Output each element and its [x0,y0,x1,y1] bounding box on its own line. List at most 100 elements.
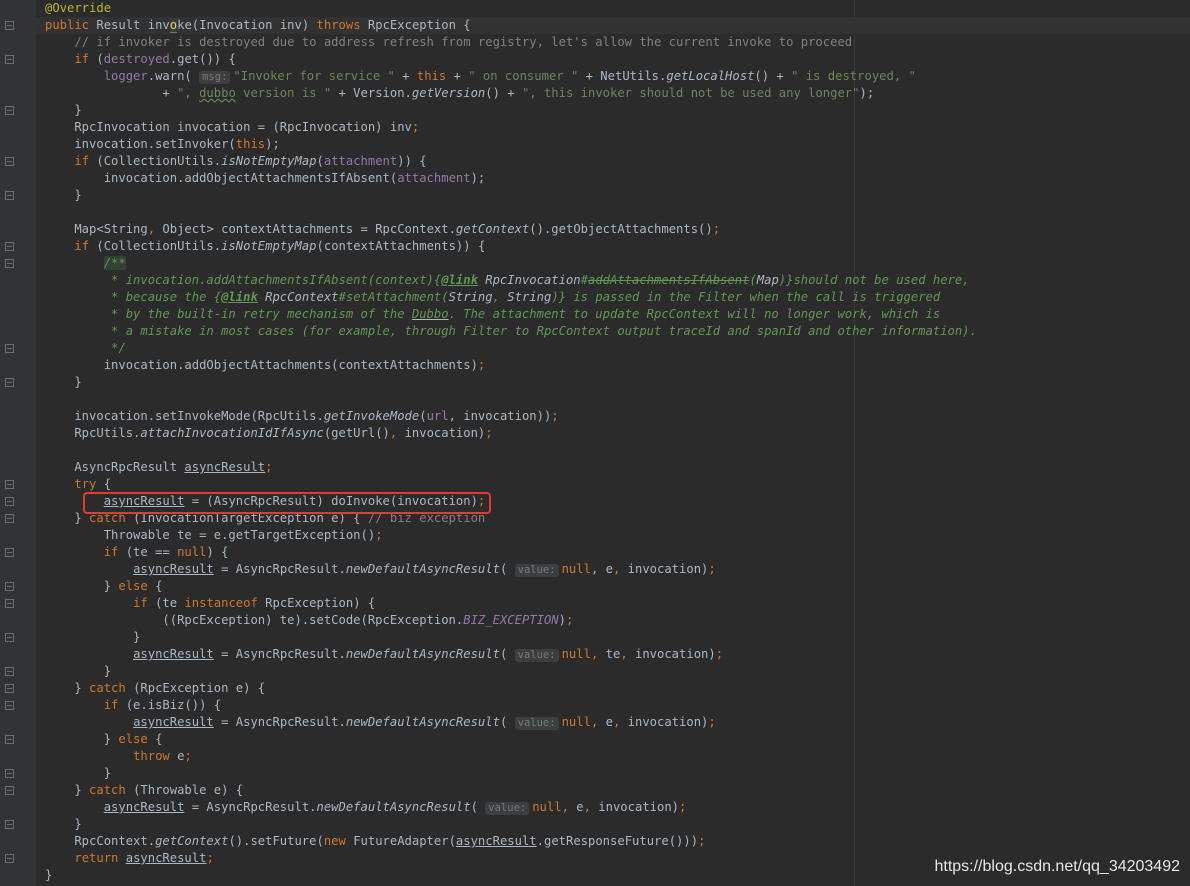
code-line[interactable]: * a mistake in most cases (for example, … [45,323,977,340]
fold-marker-icon[interactable] [5,854,14,863]
code-line[interactable]: public Result invoke(Invocation inv) thr… [36,17,1190,34]
code-line[interactable]: asyncResult = AsyncRpcResult.newDefaultA… [45,561,716,578]
code-token: null [561,562,591,576]
code-line[interactable]: throw e; [45,748,192,765]
code-line[interactable]: Throwable te = e.getTargetException(); [45,527,383,544]
fold-marker-icon[interactable] [5,191,14,200]
code-line[interactable]: @Override [45,0,111,17]
code-token: throws [316,18,368,32]
fold-marker-icon[interactable] [5,344,14,353]
fold-marker-icon[interactable] [5,548,14,557]
code-line[interactable]: } [45,374,81,391]
fold-marker-icon[interactable] [5,786,14,795]
code-line[interactable]: if (CollectionUtils.isNotEmptyMap(contex… [45,238,485,255]
code-line[interactable]: } [45,187,81,204]
code-line[interactable]: } else { [45,578,163,595]
code-line[interactable]: */ [45,340,126,357]
code-token: * invocation.addAttachmentsIfAbsent(cont… [45,273,434,287]
fold-marker-icon[interactable] [5,497,14,506]
fold-marker-icon[interactable] [5,667,14,676]
code-line[interactable]: if (CollectionUtils.isNotEmptyMap(attach… [45,153,426,170]
fold-marker-icon[interactable] [5,157,14,166]
code-line[interactable]: asyncResult = AsyncRpcResult.newDefaultA… [45,799,686,816]
code-token: if [103,545,126,559]
code-line[interactable]: asyncResult = AsyncRpcResult.newDefaultA… [45,714,716,731]
code-token: if [103,698,126,712]
code-line[interactable]: // if invoker is destroyed due to addres… [45,34,852,51]
code-line[interactable]: RpcContext.getContext().setFuture(new Fu… [45,833,705,850]
code-token: , [492,290,508,304]
code-line[interactable]: RpcInvocation invocation = (RpcInvocatio… [45,119,419,136]
code-token: } [45,664,112,678]
code-line[interactable]: if (e.isBiz()) { [45,697,221,714]
code-token: throw [133,749,178,763]
fold-marker-icon[interactable] [5,514,14,523]
code-line[interactable]: invocation.setInvoker(this); [45,136,279,153]
code-line[interactable]: RpcUtils.attachInvocationIdIfAsync(getUr… [45,425,492,442]
code-token: RpcException { [367,18,471,32]
code-token: newDefaultAsyncResult [316,800,471,814]
code-line[interactable]: } [45,816,81,833]
fold-marker-icon[interactable] [5,106,14,115]
fold-marker-icon[interactable] [5,599,14,608]
code-token: .get()) { [169,52,236,66]
code-token: version is " [235,86,332,100]
fold-marker-icon[interactable] [5,21,14,30]
fold-marker-icon[interactable] [5,735,14,744]
fold-marker-icon[interactable] [5,820,14,829]
code-token: , invocation)) [448,409,552,423]
fold-marker-icon[interactable] [5,480,14,489]
code-token: } [45,579,119,593]
code-token: e [605,715,613,729]
code-line[interactable]: /** [45,255,126,272]
fold-marker-icon[interactable] [5,633,14,642]
code-line[interactable]: logger.warn( msg: "Invoker for service " … [45,68,916,85]
code-line[interactable]: if (te == null) { [45,544,229,561]
code-line[interactable]: if (te instanceof RpcException) { [45,595,375,612]
code-line[interactable]: } [45,663,111,680]
code-token: invocation) [404,426,486,440]
code-line[interactable]: } [45,765,111,782]
fold-marker-icon[interactable] [5,55,14,64]
code-token: + [446,69,469,83]
fold-marker-icon[interactable] [5,701,14,710]
code-line[interactable]: ((RpcException) te).setCode(RpcException… [45,612,573,629]
code-line[interactable]: invocation.setInvokeMode(RpcUtils.getInv… [45,408,558,425]
code-line[interactable]: if (destroyed.get()) { [45,51,236,68]
code-line[interactable]: Map<String, Object> contextAttachments =… [45,221,720,238]
code-line[interactable]: * invocation.addAttachmentsIfAbsent(cont… [45,272,970,289]
code-line[interactable]: * because the {@link RpcContext#setAttac… [45,289,940,306]
code-line[interactable]: asyncResult = AsyncRpcResult.newDefaultA… [45,646,723,663]
code-token: null [561,647,591,661]
code-token: (e.isBiz()) { [125,698,222,712]
code-line[interactable]: } [45,102,81,119]
code-token: )}should not be used here, [778,273,970,287]
fold-marker-icon[interactable] [5,378,14,387]
code-line[interactable]: + ", dubbo version is " + Version.getVer… [45,85,874,102]
code-token: this [235,137,266,151]
fold-marker-icon[interactable] [5,684,14,693]
fold-marker-icon[interactable] [5,769,14,778]
code-token: else [118,732,156,746]
fold-marker-icon[interactable] [5,242,14,251]
code-line[interactable]: } [45,867,52,884]
code-token: invocation.addObjectAttachmentsIfAbsent( [45,171,398,185]
code-line[interactable]: } else { [45,731,163,748]
fold-marker-icon[interactable] [5,259,14,268]
code-token: newDefaultAsyncResult [345,715,500,729]
code-line[interactable]: AsyncRpcResult asyncResult; [45,459,272,476]
code-line[interactable]: invocation.addObjectAttachmentsIfAbsent(… [45,170,486,187]
code-line[interactable]: } catch (Throwable e) { [45,782,243,799]
code-line[interactable]: } catch (RpcException e) { [45,680,265,697]
code-token: , [583,800,599,814]
code-line[interactable]: try { [45,476,111,493]
code-line[interactable]: * by the built-in retry mechanism of the… [45,306,940,323]
code-token: * because the [45,290,214,304]
code-token: RpcContext. [45,834,156,848]
code-line[interactable]: return asyncResult; [45,850,213,867]
code-token: ; [679,800,687,814]
code-line[interactable]: invocation.addObjectAttachments(contextA… [45,357,486,374]
code-line[interactable]: } [45,629,140,646]
code-token: * a mistake in most cases (for example, … [45,324,977,338]
fold-marker-icon[interactable] [5,582,14,591]
